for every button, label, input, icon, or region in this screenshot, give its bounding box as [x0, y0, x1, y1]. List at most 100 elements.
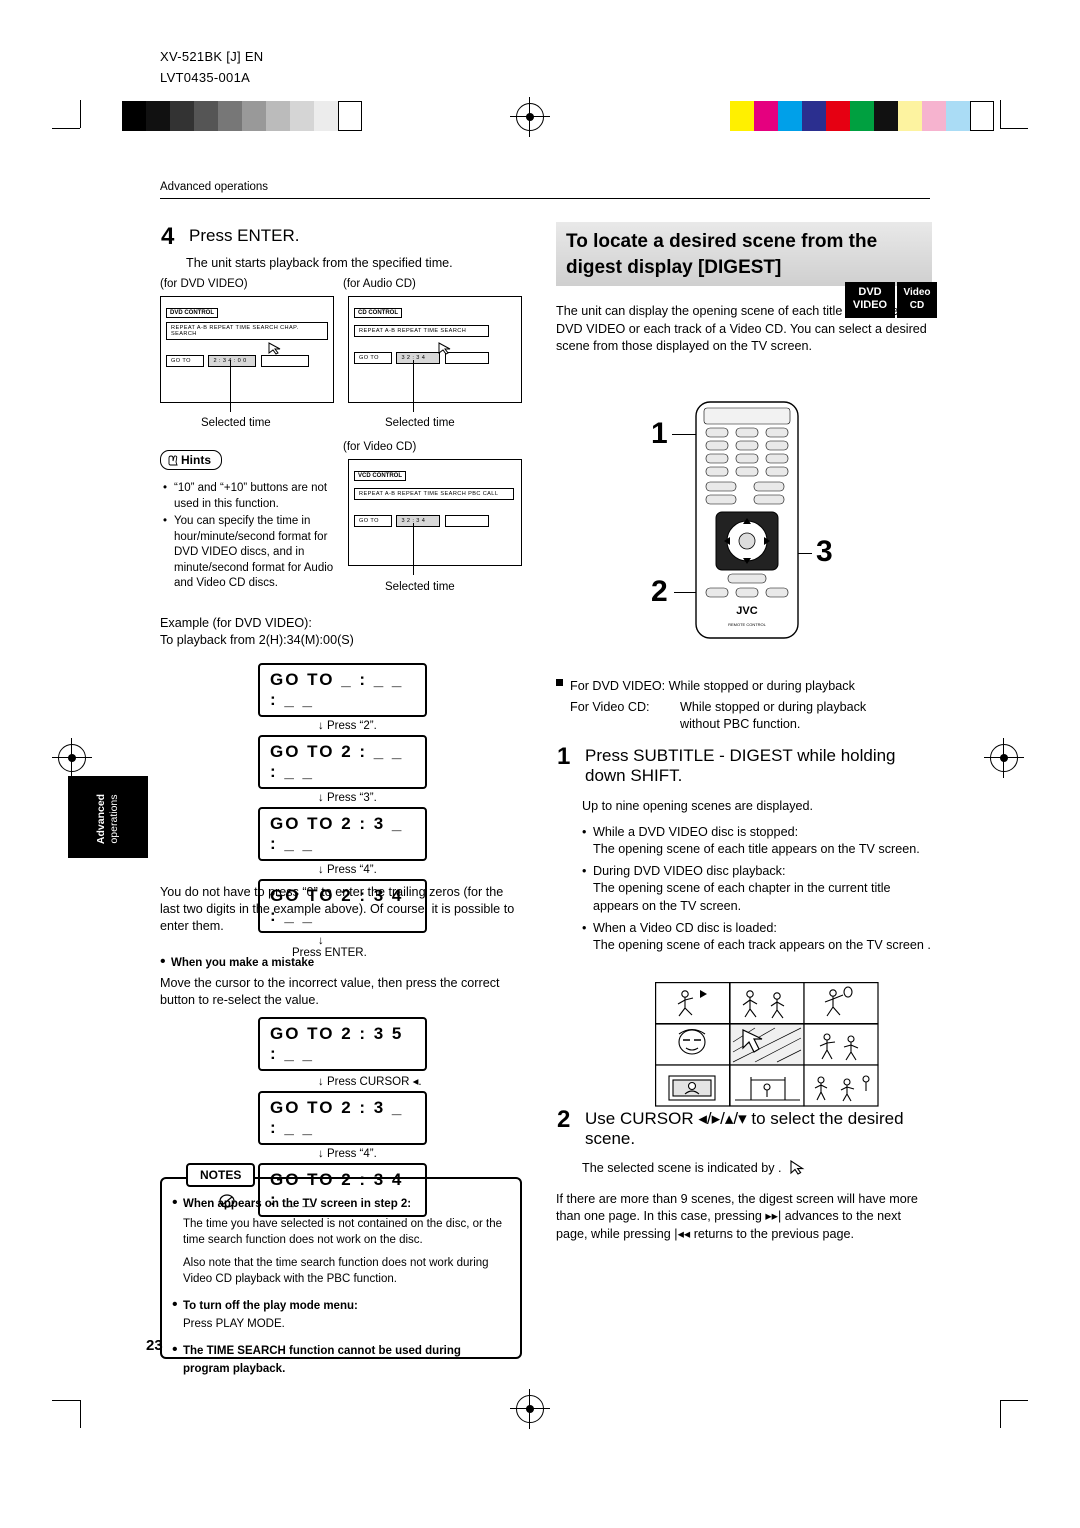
osd-screen-vcd: VCD CONTROL REPEAT A-B REPEAT TIME SEARC…	[348, 459, 522, 566]
osd-cd-title: CD CONTROL	[354, 308, 402, 318]
registration-mark-left	[52, 738, 92, 778]
step-1-desc: Up to nine opening scenes are displayed.	[582, 799, 814, 813]
avail-line2-text2: without PBC function.	[680, 717, 801, 732]
osd-screen-dvd: DVD CONTROL REPEAT A-B REPEAT TIME SEARC…	[160, 296, 334, 403]
crop-mark-tl-h	[52, 128, 80, 129]
document-header: XV-521BK [J] EN LVT0435-001A	[160, 46, 264, 88]
notes-item1-body1: The time you have selected is not contai…	[183, 1218, 502, 1246]
osd-vcd-leader	[413, 523, 414, 575]
osd-dvd-title: DVD CONTROL	[166, 308, 218, 318]
osd-vcd-title: VCD CONTROL	[354, 471, 406, 481]
step-1-title: Press SUBTITLE - DIGEST while holding do…	[585, 746, 896, 785]
registration-mark-top	[510, 97, 550, 137]
crop-mark-tr-v	[1000, 100, 1001, 128]
osd-vcd-row: REPEAT A-B REPEAT TIME SEARCH PBC CALL	[354, 488, 514, 500]
goto-box: GO TO _ : _ _ : _ _	[258, 663, 427, 717]
crop-mark-br-h	[1000, 1400, 1028, 1401]
osd-cd-time: 3 2 : 3 4	[396, 352, 441, 364]
step-1-number: 1	[557, 743, 571, 770]
callout-2: 2	[651, 575, 668, 608]
step-1-item-body: The opening scene of each chapter in the…	[593, 881, 891, 913]
step-4-description: The unit starts playback from the specif…	[186, 256, 453, 270]
grayscale-bar	[122, 101, 362, 131]
osd-vcd-caption: Selected time	[385, 581, 455, 593]
callout-1: 1	[651, 417, 668, 450]
osd-cd-goto: GO TO	[354, 352, 392, 364]
step-1-item-head: During DVD VIDEO disc playback:	[593, 863, 786, 878]
osd-caption-dvd: (for DVD VIDEO)	[160, 278, 248, 290]
osd-vcd-goto: GO TO	[354, 515, 392, 527]
goto-box: GO TO 2 : _ _ : _ _	[258, 735, 427, 789]
section-label: Advanced operations	[160, 181, 269, 193]
mistake-title: When you make a mistake	[171, 957, 315, 969]
hint-item: “10” and “+10” buttons are not used in t…	[163, 481, 341, 512]
digest-intro-text: The unit can display the opening scene o…	[556, 304, 931, 354]
goto-arrow: ↓ Press CURSOR ◂.	[318, 1076, 422, 1088]
crop-mark-tr-h	[1000, 128, 1028, 129]
step-2-number: 2	[557, 1106, 571, 1133]
example-line1: Example (for DVD VIDEO):	[160, 616, 312, 630]
registration-mark-bottom	[510, 1389, 550, 1429]
step-2-block: 2 Use CURSOR ◂/▸/▴/▾ to select the desir…	[556, 1105, 932, 1243]
notes-header: NOTES	[186, 1163, 256, 1187]
color-bar	[730, 101, 994, 131]
avail-bullet-text: While stopped or during playback	[668, 679, 855, 693]
goto-box: GO TO 2 : 3 _ : _ _	[258, 1091, 427, 1145]
section-banner-title: To locate a desired scene from the diges…	[566, 231, 878, 278]
notes-item3-title: The TIME SEARCH function cannot be used …	[183, 1344, 461, 1375]
step-1-item-head: While a DVD VIDEO disc is stopped:	[593, 824, 799, 839]
avail-line2-text1: While stopped or during playback	[680, 699, 867, 714]
goto-arrow: ↓	[318, 935, 324, 947]
hint-item: You can specify the time in hour/minute/…	[163, 514, 341, 592]
document-number: LVT0435-001A	[160, 70, 251, 85]
hints-label: Hints	[181, 453, 211, 467]
notes-item1-body2: Also note that the time search function …	[183, 1257, 489, 1285]
osd-dvd-time-blank	[260, 355, 309, 367]
availability-block: For DVD VIDEO: While stopped or during p…	[556, 678, 932, 734]
square-bullet-icon	[556, 679, 563, 686]
remote-control-illustration: JVC REMOTE CONTROL	[692, 400, 802, 640]
step-1-item-body: The opening scene of each title appears …	[593, 842, 920, 857]
svg-text:REMOTE CONTROL: REMOTE CONTROL	[728, 622, 767, 627]
step-4-title: Press ENTER.	[189, 226, 300, 245]
hints-list: “10” and “+10” buttons are not used in t…	[163, 481, 341, 594]
vcd-logo-line1: Video	[903, 287, 931, 298]
step-1-block: 1 Press SUBTITLE - DIGEST while holding …	[556, 742, 932, 955]
trailing-zeros-text: You do not have to press “0” to enter th…	[160, 885, 515, 933]
avail-bullet-title: For DVD VIDEO:	[570, 679, 666, 693]
step-2-desc2: If there are more than 9 scenes, the dig…	[556, 1191, 918, 1241]
goto-box: GO TO 2 : 3 5 : _ _	[258, 1017, 427, 1071]
callout-3: 3	[816, 535, 833, 568]
goto-arrow: ↓ Press “4”.	[318, 864, 377, 876]
goto-arrow: ↓ Press “4”.	[318, 1148, 377, 1160]
hand-icon	[168, 455, 178, 466]
goto-arrow: ↓ Press “3”.	[318, 792, 377, 804]
notes-item2-body: Press PLAY MODE.	[183, 1318, 285, 1330]
osd-caption-video: (for Video CD)	[343, 441, 417, 453]
crop-mark-br-v	[1000, 1400, 1001, 1428]
osd-dvd-row: REPEAT A-B REPEAT TIME SEARCH CHAP. SEAR…	[166, 322, 328, 340]
notes-item2-title: To turn off the play mode menu:	[183, 1300, 358, 1312]
digest-screen-illustration	[655, 982, 881, 1108]
cursor-pointer-icon	[790, 1160, 805, 1175]
osd-caption-audio: (for Audio CD)	[343, 278, 416, 290]
osd-dvd-goto: GO TO	[166, 355, 204, 367]
example-line2: To playback from 2(H):34(M):00(S)	[160, 633, 354, 647]
side-tab: Advanced operations	[68, 776, 148, 858]
step-1-item-head: When a Video CD disc is loaded:	[593, 920, 777, 935]
mistake-desc: Move the cursor to the incorrect value, …	[160, 976, 500, 1007]
step-2-desc1: The selected scene is indicated by .	[582, 1161, 782, 1175]
crop-mark-tl-v	[80, 100, 81, 128]
cursor-pointer-icon	[438, 342, 451, 355]
dvd-logo-line1: DVD	[858, 286, 882, 298]
model-number: XV-521BK [J] EN	[160, 49, 264, 64]
osd-cd-leader	[413, 360, 414, 412]
side-tab-line2: operations	[108, 794, 120, 844]
side-tab-line1: Advanced	[95, 793, 107, 845]
osd-dvd-leader	[230, 360, 231, 412]
section-rule	[160, 198, 930, 199]
notes-item1-title: When appears on the TV screen in step 2:	[183, 1198, 412, 1210]
mistake-block: • When you make a mistake Move the curso…	[160, 953, 518, 1009]
osd-screen-cd: CD CONTROL REPEAT A-B REPEAT TIME SEARCH…	[348, 296, 522, 403]
avail-line2-label: For Video CD:	[570, 699, 650, 714]
